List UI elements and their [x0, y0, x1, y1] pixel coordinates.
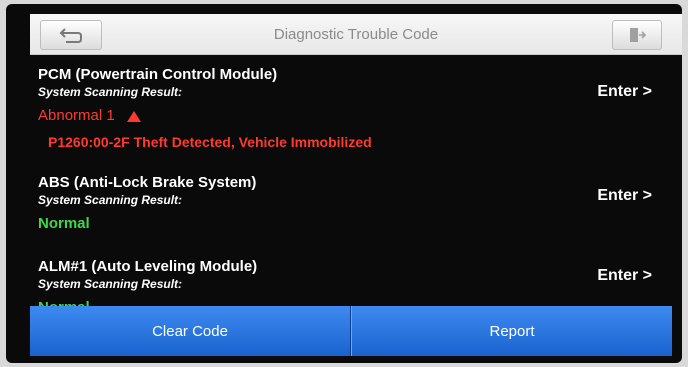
- page-title: Diagnostic Trouble Code: [273, 25, 439, 43]
- clear-code-button[interactable]: Clear Code: [30, 306, 351, 356]
- warning-triangle-icon: [126, 110, 141, 122]
- title-bar: Diagnostic Trouble Code: [30, 14, 682, 55]
- enter-button-abs[interactable]: Enter >: [597, 187, 652, 205]
- module-abs: ABS (Anti-Lock Brake System) System Scan…: [38, 174, 658, 233]
- module-status: Normal: [38, 215, 90, 232]
- bottom-action-bar: Clear Code Report: [30, 306, 672, 356]
- module-subtitle: System Scanning Result:: [38, 85, 183, 99]
- module-subtitle: System Scanning Result:: [38, 277, 183, 291]
- back-arrow-icon: [59, 28, 82, 43]
- module-name: PCM (Powertrain Control Module): [38, 66, 278, 83]
- enter-button-pcm[interactable]: Enter >: [597, 83, 652, 101]
- report-button[interactable]: Report: [351, 306, 672, 356]
- dtc-code: P1260:00-2F Theft Detected, Vehicle Immo…: [48, 134, 372, 150]
- module-status: Abnormal 1: [38, 107, 658, 125]
- module-name: ABS (Anti-Lock Brake System): [38, 174, 257, 191]
- module-list: PCM (Powertrain Control Module) System S…: [6, 56, 682, 316]
- exit-door-icon: [630, 28, 647, 42]
- enter-button-alm[interactable]: Enter >: [597, 267, 652, 285]
- module-name: ALM#1 (Auto Leveling Module): [38, 258, 258, 275]
- back-button[interactable]: [40, 20, 102, 50]
- exit-button[interactable]: [612, 20, 662, 50]
- module-pcm: PCM (Powertrain Control Module) System S…: [38, 66, 658, 151]
- device-screen: Diagnostic Trouble Code PCM (Powertrain …: [6, 4, 682, 363]
- module-subtitle: System Scanning Result:: [38, 193, 183, 207]
- status-text: Abnormal 1: [38, 107, 115, 124]
